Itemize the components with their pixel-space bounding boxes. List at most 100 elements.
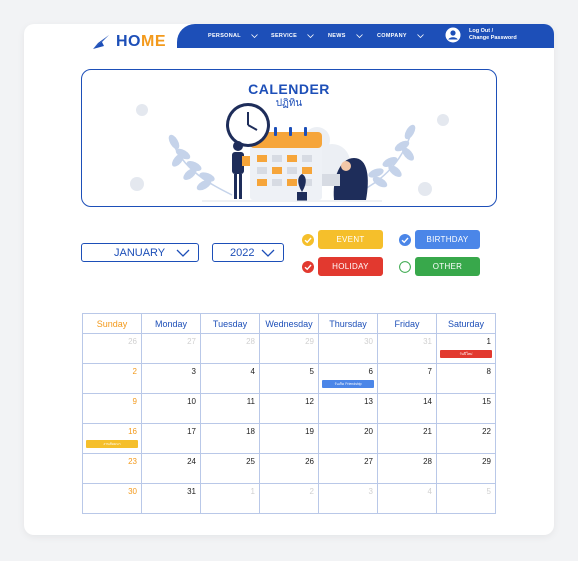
calendar-day-cell[interactable]: 6 วันเกิด Friendship: [318, 363, 378, 394]
calendar-day-cell[interactable]: 26: [259, 453, 319, 484]
day-number: 2: [132, 367, 137, 376]
calendar-event-chip[interactable]: วันปีใหม่: [440, 350, 492, 358]
calendar-day-cell[interactable]: 9: [82, 393, 142, 424]
day-number: 20: [364, 427, 373, 436]
calendar-day-cell[interactable]: 14: [377, 393, 437, 424]
calendar-day-cell[interactable]: 25: [200, 453, 260, 484]
calendar-week-row: 2 3 4 5 6 วันเกิด Friendship 7 8: [82, 363, 496, 394]
calendar-day-cell[interactable]: 28: [200, 333, 260, 364]
change-password-link[interactable]: Change Password: [469, 35, 517, 42]
calendar-day-cell[interactable]: 4: [377, 483, 437, 514]
nav-item-service[interactable]: SERVICE: [271, 24, 314, 48]
calendar-day-cell[interactable]: 2: [82, 363, 142, 394]
user-avatar-icon: [445, 27, 461, 43]
calendar-day-cell[interactable]: 15: [436, 393, 496, 424]
weekday-tuesday: Tuesday: [200, 313, 260, 334]
calendar-day-cell[interactable]: 24: [141, 453, 201, 484]
day-number: 8: [486, 367, 491, 376]
day-number: 13: [364, 397, 373, 406]
day-number: 21: [423, 427, 432, 436]
calendar-day-cell[interactable]: 1 วันปีใหม่: [436, 333, 496, 364]
calendar-day-cell[interactable]: 27: [141, 333, 201, 364]
day-number: 30: [364, 337, 373, 346]
nav-item-news[interactable]: NEWS: [328, 24, 363, 48]
calendar-day-cell[interactable]: 27: [318, 453, 378, 484]
user-menu[interactable]: Log Out / Change Password: [445, 27, 517, 43]
calendar-day-cell[interactable]: 10: [141, 393, 201, 424]
day-number: 15: [482, 397, 491, 406]
weekday-friday: Friday: [377, 313, 437, 334]
chevron-down-icon: [176, 249, 190, 257]
calendar-day-cell[interactable]: 29: [259, 333, 319, 364]
calendar-day-cell[interactable]: 5: [436, 483, 496, 514]
legend-birthday[interactable]: BIRTHDAY: [399, 230, 480, 249]
day-number: 30: [128, 487, 137, 496]
calendar-day-cell[interactable]: 26: [82, 333, 142, 364]
day-number: 9: [132, 397, 137, 406]
calendar-event-chip[interactable]: วันเกิด Friendship: [322, 380, 374, 388]
check-circle-icon: [302, 260, 314, 273]
legend-event-label: EVENT: [318, 230, 383, 249]
calendar-day-cell[interactable]: 1: [200, 483, 260, 514]
weekday-header-row: Sunday Monday Tuesday Wednesday Thursday…: [82, 313, 496, 334]
calendar-day-cell[interactable]: 21: [377, 423, 437, 454]
logout-link[interactable]: Log Out /: [469, 28, 517, 35]
day-number: 26: [305, 457, 314, 466]
logo-text-part1: HO: [116, 33, 141, 50]
legend-birthday-label: BIRTHDAY: [415, 230, 480, 249]
calendar-day-cell[interactable]: 22: [436, 423, 496, 454]
logo[interactable]: HOME: [92, 33, 166, 51]
legend-event[interactable]: EVENT: [302, 230, 383, 249]
calendar-day-cell[interactable]: 17: [141, 423, 201, 454]
day-number: 26: [128, 337, 137, 346]
calendar-day-cell[interactable]: 16 งานสัมมนา: [82, 423, 142, 454]
logo-text: HOME: [116, 33, 166, 51]
calendar-day-cell[interactable]: 28: [377, 453, 437, 484]
day-number: 4: [427, 487, 432, 496]
calendar-day-cell[interactable]: 31: [377, 333, 437, 364]
calendar-day-cell[interactable]: 29: [436, 453, 496, 484]
nav-label: COMPANY: [377, 33, 407, 39]
logo-text-part2: ME: [141, 33, 166, 50]
calendar-week-row: 26 27 28 29 30 31 1 วันปีใหม่: [82, 333, 496, 364]
day-number: 5: [309, 367, 314, 376]
calendar-day-cell[interactable]: 3: [141, 363, 201, 394]
day-number: 1: [486, 337, 491, 346]
legend-holiday[interactable]: HOLIDAY: [302, 257, 383, 276]
calendar-day-cell[interactable]: 2: [259, 483, 319, 514]
nav-item-personal[interactable]: PERSONAL: [208, 24, 258, 48]
banner-title: CALENDER: [248, 81, 330, 97]
check-circle-icon: [302, 233, 314, 246]
day-number: 6: [368, 367, 373, 376]
calendar-day-cell[interactable]: 8: [436, 363, 496, 394]
calendar-day-cell[interactable]: 11: [200, 393, 260, 424]
calendar-grid: Sunday Monday Tuesday Wednesday Thursday…: [82, 313, 496, 514]
day-number: 19: [305, 427, 314, 436]
legend-other[interactable]: OTHER: [399, 257, 480, 276]
calendar-day-cell[interactable]: 7: [377, 363, 437, 394]
month-select[interactable]: JANUARY: [81, 243, 199, 262]
chevron-down-icon: [417, 34, 424, 38]
calendar-day-cell[interactable]: 30: [82, 483, 142, 514]
day-number: 3: [368, 487, 373, 496]
calendar-day-cell[interactable]: 20: [318, 423, 378, 454]
calendar-day-cell[interactable]: 3: [318, 483, 378, 514]
calendar-day-cell[interactable]: 18: [200, 423, 260, 454]
calendar-day-cell[interactable]: 31: [141, 483, 201, 514]
calendar-day-cell[interactable]: 12: [259, 393, 319, 424]
day-number: 18: [246, 427, 255, 436]
calendar-day-cell[interactable]: 30: [318, 333, 378, 364]
day-number: 12: [305, 397, 314, 406]
day-number: 2: [309, 487, 314, 496]
calendar-day-cell[interactable]: 23: [82, 453, 142, 484]
year-select[interactable]: 2022: [212, 243, 284, 262]
nav-label: NEWS: [328, 33, 346, 39]
calendar-event-chip[interactable]: งานสัมมนา: [86, 440, 138, 448]
calendar-day-cell[interactable]: 13: [318, 393, 378, 424]
day-number: 23: [128, 457, 137, 466]
nav-label: SERVICE: [271, 33, 298, 39]
calendar-day-cell[interactable]: 5: [259, 363, 319, 394]
calendar-day-cell[interactable]: 19: [259, 423, 319, 454]
calendar-day-cell[interactable]: 4: [200, 363, 260, 394]
nav-item-company[interactable]: COMPANY: [377, 24, 424, 48]
